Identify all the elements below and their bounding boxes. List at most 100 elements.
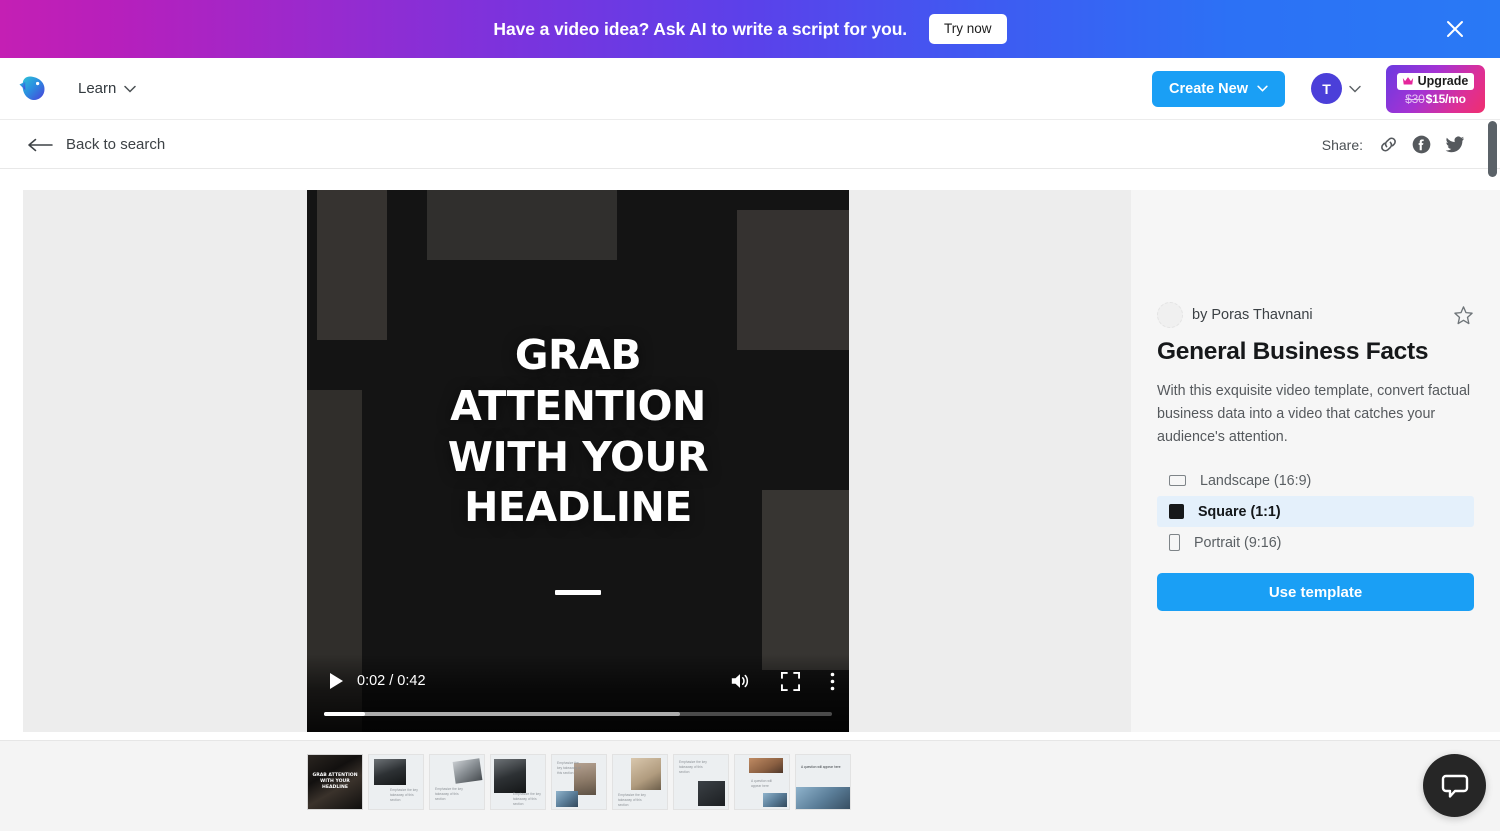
headline-underline — [555, 590, 601, 595]
thumbnail-caption: Emphasize the key takeaway of this secti… — [618, 793, 646, 807]
headline-line-1: GRAB — [514, 331, 642, 379]
scene-thumbnail-2[interactable]: Emphasize the key takeaway of this secti… — [368, 754, 424, 810]
template-info-panel: by Poras Thavnani General Business Facts… — [1131, 190, 1500, 732]
chevron-down-icon — [1349, 85, 1361, 92]
thumbnail-image — [631, 758, 661, 790]
page-scrollbar-track[interactable] — [1485, 121, 1500, 831]
scene-thumbnail-7[interactable]: Emphasize the key takeaway of this secti… — [673, 754, 729, 810]
share-facebook-button[interactable] — [1412, 135, 1431, 154]
fullscreen-icon — [781, 671, 800, 691]
fullscreen-button[interactable] — [781, 671, 800, 691]
promo-banner-content: Have a video idea? Ask AI to write a scr… — [493, 14, 1007, 44]
author-name: by Poras Thavnani — [1192, 307, 1313, 323]
share-twitter-button[interactable] — [1445, 135, 1465, 154]
author-row: by Poras Thavnani — [1157, 302, 1474, 328]
nav-learn-menu[interactable]: Learn — [78, 80, 137, 97]
avatar: T — [1311, 73, 1342, 104]
video-controls-right — [729, 671, 835, 691]
thumbnail-caption: Emphasize the key takeaway of this secti… — [557, 761, 581, 775]
play-button[interactable] — [321, 666, 351, 696]
thumbnail-caption: Emphasize the key takeaway of this secti… — [435, 787, 463, 801]
mute-button[interactable] — [729, 671, 751, 691]
aspect-ratio-label-portrait: Portrait (9:16) — [1194, 534, 1282, 551]
thumbnail-image — [698, 781, 725, 806]
back-to-search-label: Back to search — [66, 136, 166, 153]
thumbnail-image — [494, 759, 526, 793]
thumbnail-image — [452, 758, 483, 784]
share-label: Share: — [1321, 136, 1363, 153]
video-progress-bar[interactable] — [324, 712, 832, 716]
scene-thumbnail-9[interactable]: A question will appear here — [795, 754, 851, 810]
thumbnail-image-2 — [556, 791, 578, 807]
promo-banner: Have a video idea? Ask AI to write a scr… — [0, 0, 1500, 58]
favorite-button[interactable] — [1453, 305, 1474, 326]
account-menu[interactable]: T — [1311, 73, 1361, 104]
chat-support-button[interactable] — [1423, 754, 1486, 817]
facebook-icon — [1412, 135, 1431, 154]
template-title: General Business Facts — [1157, 338, 1429, 365]
video-time-display: 0:02 / 0:42 — [357, 673, 426, 689]
thumbnail-caption: GRAB ATTENTION WITH YOUR HEADLINE — [312, 773, 358, 791]
close-x-icon — [1447, 21, 1463, 37]
scene-thumbnail-8[interactable]: A question will appear here — [734, 754, 790, 810]
promo-try-now-button[interactable]: Try now — [929, 14, 1007, 44]
thumbnail-caption: A question will appear here — [751, 779, 772, 788]
portrait-rect-icon — [1169, 534, 1180, 551]
back-to-search-link[interactable]: Back to search — [28, 136, 165, 153]
use-template-button[interactable]: Use template — [1157, 573, 1474, 611]
chat-bubble-icon — [1441, 774, 1468, 798]
thumbnail-caption: A question will appear here — [801, 765, 841, 769]
upgrade-price: $30$15/mo — [1405, 92, 1466, 106]
scene-thumbnail-5[interactable]: Emphasize the key takeaway of this secti… — [551, 754, 607, 810]
create-new-button[interactable]: Create New — [1152, 70, 1285, 107]
arrow-left-icon — [28, 138, 53, 151]
thumbnail-image — [749, 758, 783, 773]
crown-icon — [1402, 77, 1413, 85]
more-options-button[interactable] — [830, 672, 835, 691]
scene-thumbnail-1[interactable]: GRAB ATTENTION WITH YOUR HEADLINE — [307, 754, 363, 810]
aspect-ratio-label-square: Square (1:1) — [1198, 503, 1281, 520]
author-avatar — [1157, 302, 1183, 328]
scene-thumbnail-4[interactable]: Emphasize the key takeaway of this secti… — [490, 754, 546, 810]
square-rect-icon — [1169, 504, 1184, 519]
scene-thumbnail-row: GRAB ATTENTION WITH YOUR HEADLINE Emphas… — [307, 754, 851, 810]
header-actions: Create New T Upgrade $30$15/mo — [1152, 64, 1500, 113]
video-buffered-range — [324, 712, 680, 716]
thumbnail-image — [796, 787, 850, 809]
video-player[interactable]: GRAB ATTENTION WITH YOUR HEADLINE 0:02 /… — [307, 190, 849, 732]
video-headline-overlay: GRAB ATTENTION WITH YOUR HEADLINE — [307, 330, 849, 533]
site-header: Learn Create New T Upgrade $30$15/mo — [0, 58, 1500, 120]
upgrade-pill: Upgrade — [1396, 72, 1475, 91]
chevron-down-icon — [1257, 85, 1268, 92]
scene-thumbnail-strip: GRAB ATTENTION WITH YOUR HEADLINE Emphas… — [0, 740, 1500, 831]
landscape-rect-icon — [1169, 475, 1186, 486]
promo-close-button[interactable] — [1440, 14, 1470, 44]
thumbnail-caption: Emphasize the key takeaway of this secti… — [679, 760, 707, 774]
page-scrollbar-thumb[interactable] — [1488, 121, 1497, 177]
aspect-ratio-label-landscape: Landscape (16:9) — [1200, 472, 1312, 489]
headline-line-4: HEADLINE — [464, 483, 692, 532]
upgrade-label: Upgrade — [1417, 73, 1469, 88]
kebab-menu-icon — [830, 672, 835, 690]
aspect-ratio-option-portrait[interactable]: Portrait (9:16) — [1157, 527, 1474, 558]
video-played-range — [324, 712, 365, 716]
upgrade-price-old: $30 — [1405, 92, 1425, 107]
template-detail-page: Have a video idea? Ask AI to write a scr… — [0, 0, 1500, 831]
scene-thumbnail-3[interactable]: Emphasize the key takeaway of this secti… — [429, 754, 485, 810]
volume-icon — [731, 674, 749, 688]
scene-thumbnail-6[interactable]: Emphasize the key takeaway of this secti… — [612, 754, 668, 810]
headline-line-2: ATTENTION — [450, 381, 706, 430]
thumbnail-image-2 — [763, 793, 787, 807]
aspect-ratio-option-landscape[interactable]: Landscape (16:9) — [1157, 465, 1474, 496]
headline-line-3: WITH YOUR — [447, 432, 709, 481]
invideo-logo-icon[interactable] — [17, 72, 50, 105]
create-new-label: Create New — [1169, 80, 1248, 97]
aspect-ratio-option-square[interactable]: Square (1:1) — [1157, 496, 1474, 527]
nav-learn-label: Learn — [78, 80, 117, 97]
star-outline-icon — [1454, 305, 1473, 324]
twitter-icon — [1445, 136, 1465, 153]
video-controls-bar: 0:02 / 0:42 — [307, 654, 849, 732]
share-copy-link-button[interactable] — [1379, 135, 1398, 154]
aspect-ratio-list: Landscape (16:9) Square (1:1) Portrait (… — [1157, 465, 1474, 558]
upgrade-button[interactable]: Upgrade $30$15/mo — [1386, 64, 1485, 113]
